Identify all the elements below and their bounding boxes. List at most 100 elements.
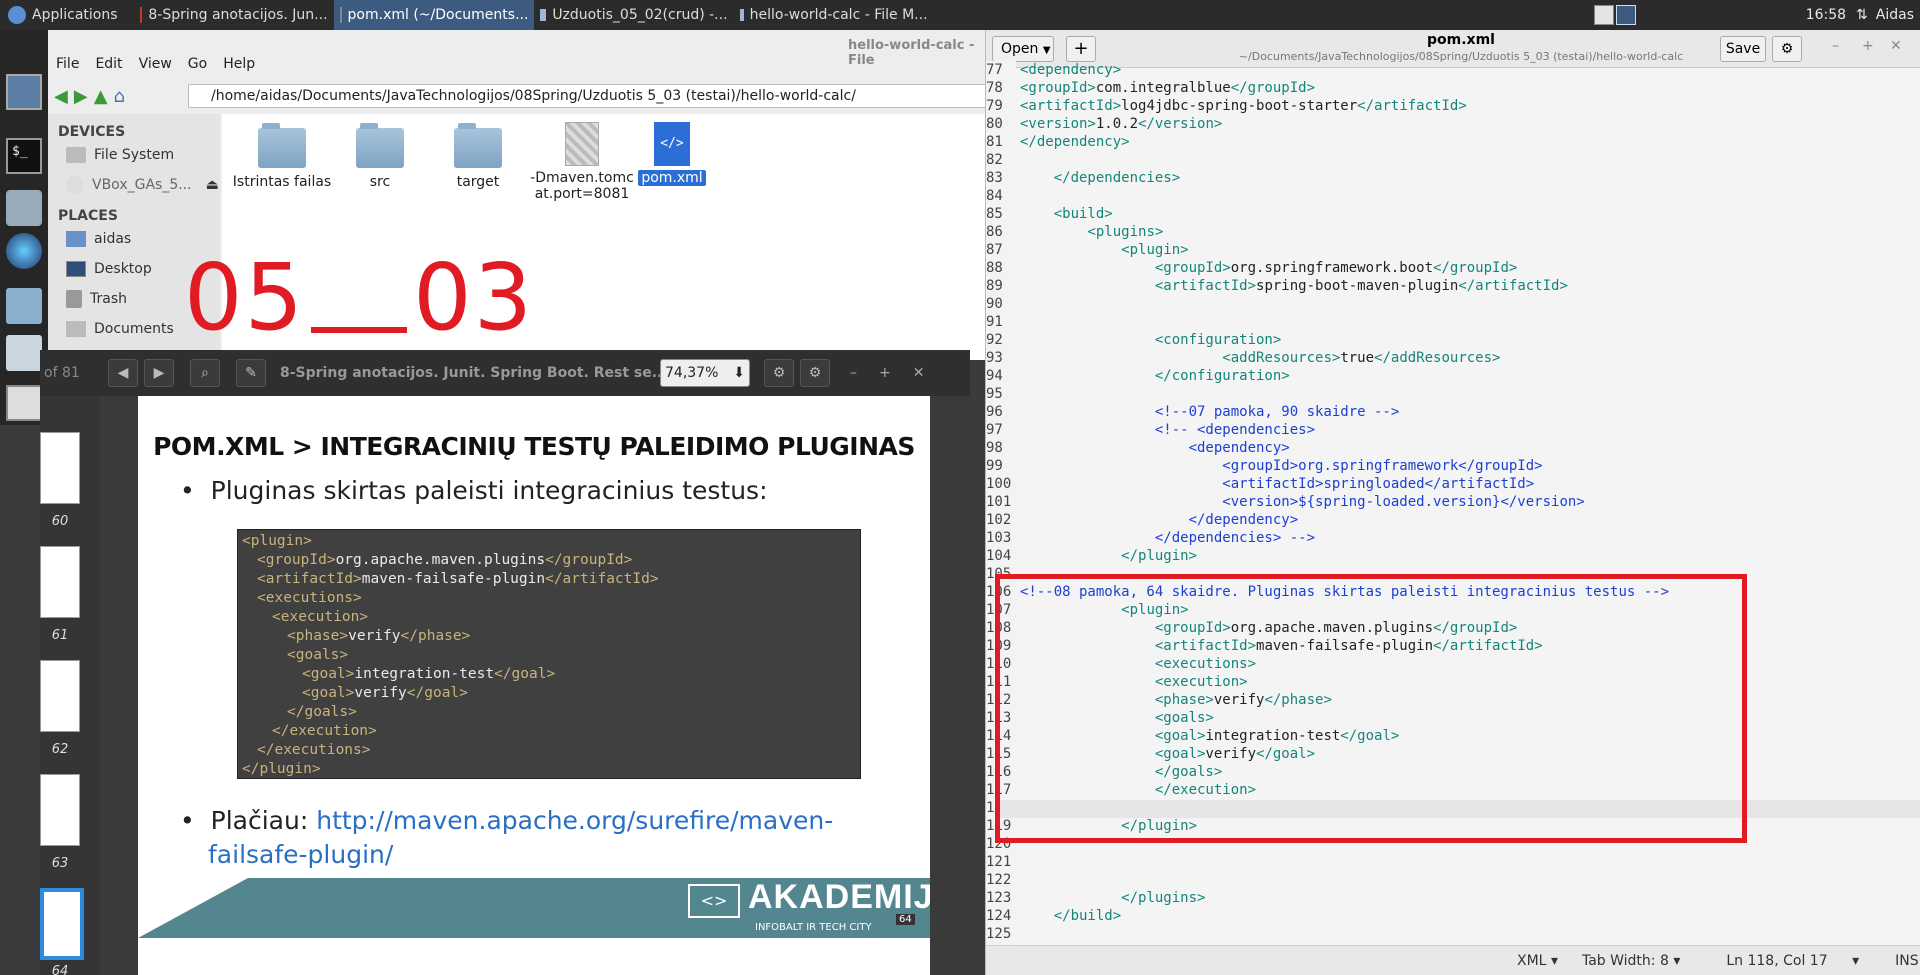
close-icon[interactable]: ✕ (913, 365, 925, 381)
xml-tag: <artifactId> (1020, 98, 1122, 114)
home-folder-icon[interactable] (6, 190, 42, 226)
code-tag: <goal> (302, 666, 355, 682)
clock: 16:58 (1805, 7, 1847, 23)
overlay-right: 03 (413, 244, 535, 351)
maven-link-cont[interactable]: failsafe-plugin/ (180, 840, 393, 869)
task-editor[interactable]: pom.xml (~/Documents... (333, 0, 534, 30)
forward-icon[interactable]: ▶ (74, 86, 88, 107)
maximize-icon[interactable]: + (879, 365, 891, 381)
next-page-button[interactable]: ▶ (144, 359, 174, 387)
file-item[interactable]: -Dmaven.tomcat.port=8081 (527, 122, 637, 202)
menu-help[interactable]: Help (215, 56, 263, 72)
new-tab-button[interactable]: + (1066, 36, 1096, 62)
tray-pdf-icon[interactable] (1593, 5, 1614, 25)
editor-line: </dependencies> --> (1020, 529, 1920, 547)
home-folder-icon (66, 231, 86, 247)
sidebar-item-label: Documents (94, 321, 174, 337)
task-pdf[interactable]: 8-Spring anotacijos. Jun... (134, 0, 334, 30)
sidebar-item-label: File System (94, 147, 175, 163)
file-manager-title: hello-world-calc - File (848, 38, 975, 68)
gear-icon: ⚙ (772, 365, 786, 381)
up-icon[interactable]: ▲ (94, 86, 108, 107)
file-item[interactable]: src (330, 123, 430, 190)
minimize-icon[interactable]: – (1832, 38, 1839, 54)
minimize-icon[interactable]: – (850, 365, 857, 381)
task-filemanager-calc[interactable]: hello-world-calc - File M... (734, 0, 934, 30)
menu-edit[interactable]: Edit (87, 56, 130, 72)
terminal-icon[interactable]: $_ (6, 138, 42, 174)
prev-page-button[interactable]: ◀ (108, 359, 138, 387)
applications-menu[interactable]: Applications (0, 0, 124, 30)
overlay-underscore (311, 327, 408, 333)
search-icon: ⌕ (201, 365, 209, 381)
task-filemanager-crud[interactable]: Uzduotis_05_02(crud) -... (534, 0, 734, 30)
overlay-number-text: 05 03 (184, 244, 534, 351)
xml-text (1020, 548, 1121, 564)
line-number: 123 (986, 890, 1012, 906)
xml-tag: </plugin> (1121, 548, 1198, 564)
file-item[interactable]: Istrintas failas (232, 123, 332, 190)
thumbnail-page-selected[interactable] (40, 888, 84, 960)
desktop-icon[interactable] (6, 74, 42, 110)
arrow-left-icon: ◀ (117, 365, 129, 381)
file-item-selected[interactable]: </> pom.xml (622, 122, 722, 186)
menu-button[interactable]: ⚙ (1772, 36, 1802, 62)
xml-text (1020, 368, 1155, 384)
applications-label: Applications (32, 7, 118, 23)
user-menu[interactable]: Aidas (1876, 7, 1914, 23)
menu-view[interactable]: View (131, 56, 180, 72)
open-button[interactable]: Open ▼ (992, 36, 1054, 62)
tray-editor-icon[interactable] (1615, 5, 1636, 25)
files-icon[interactable] (6, 288, 42, 324)
browser-icon[interactable] (6, 233, 42, 269)
maximize-icon[interactable]: + (1862, 38, 1874, 54)
software-icon[interactable] (6, 335, 42, 371)
settings-icon[interactable] (6, 385, 42, 421)
path-field[interactable]: /home/aidas/Documents/JavaTechnologijos/… (188, 84, 988, 108)
slide-title: POM.XML > INTEGRACINIŲ TESTŲ PALEIDIMO P… (153, 432, 915, 461)
zoom-select[interactable]: 74,37% ⬇ (660, 359, 750, 387)
sidebar-item-vbox[interactable]: VBox_GAs_5... ⏏ (48, 170, 220, 200)
search-button[interactable]: ⌕ (190, 359, 220, 387)
save-button[interactable]: Save (1720, 36, 1766, 62)
thumbnail-page[interactable] (40, 660, 80, 732)
home-icon[interactable]: ⌂ (114, 86, 125, 107)
tab-width-select[interactable]: Tab Width: 8 ▾ (1582, 953, 1680, 969)
thumbnail-page[interactable] (40, 546, 80, 618)
cursor-position[interactable]: Ln 118, Col 17 ▾ (1726, 953, 1859, 969)
eject-icon[interactable]: ⏏ (206, 177, 219, 193)
thumbnail-panel: 60 61 62 63 64 (40, 396, 100, 975)
code-value: org.apache.maven.plugins (335, 552, 546, 568)
settings-button-2[interactable]: ⚙ (800, 359, 830, 387)
back-icon[interactable]: ◀ (54, 86, 68, 107)
annotate-button[interactable]: ✎ (236, 359, 266, 387)
file-icon (565, 122, 599, 166)
documents-folder-icon (66, 321, 86, 337)
sidebar-item-filesystem[interactable]: File System (48, 140, 220, 170)
thumbnail-page[interactable] (40, 774, 80, 846)
thumbnail-page[interactable] (40, 432, 80, 504)
code-tag: </plugin> (242, 761, 321, 777)
slide-footer: <> AKADEMIJA.IT INFOBALT IR TECH CITY 64 (138, 878, 930, 938)
maven-link[interactable]: http://maven.apache.org/surefire/maven- (316, 806, 833, 835)
xml-tag: </groupId> (1433, 260, 1518, 276)
menu-go[interactable]: Go (180, 56, 215, 72)
sidebar-item-label: Desktop (94, 261, 152, 277)
code-line: </executions> (242, 741, 856, 760)
folder-icon (454, 123, 502, 168)
settings-button[interactable]: ⚙ (764, 359, 794, 387)
xml-text (1020, 494, 1222, 510)
close-icon[interactable]: ✕ (1890, 38, 1902, 54)
editor-line: <version>${spring-loaded.version}</versi… (1020, 493, 1920, 511)
language-select[interactable]: XML ▾ (1517, 953, 1558, 969)
file-item[interactable]: target (428, 123, 528, 190)
menu-file[interactable]: File (48, 56, 87, 72)
xml-text: org.springframework.boot (1230, 260, 1434, 276)
insert-mode: INS (1895, 952, 1919, 969)
network-icon[interactable]: ⇅ (1856, 7, 1868, 23)
chevron-down-icon: ▼ (1042, 45, 1051, 56)
chevron-down-icon: ▾ (1852, 952, 1860, 969)
thumbnail-number: 61 (51, 628, 69, 643)
